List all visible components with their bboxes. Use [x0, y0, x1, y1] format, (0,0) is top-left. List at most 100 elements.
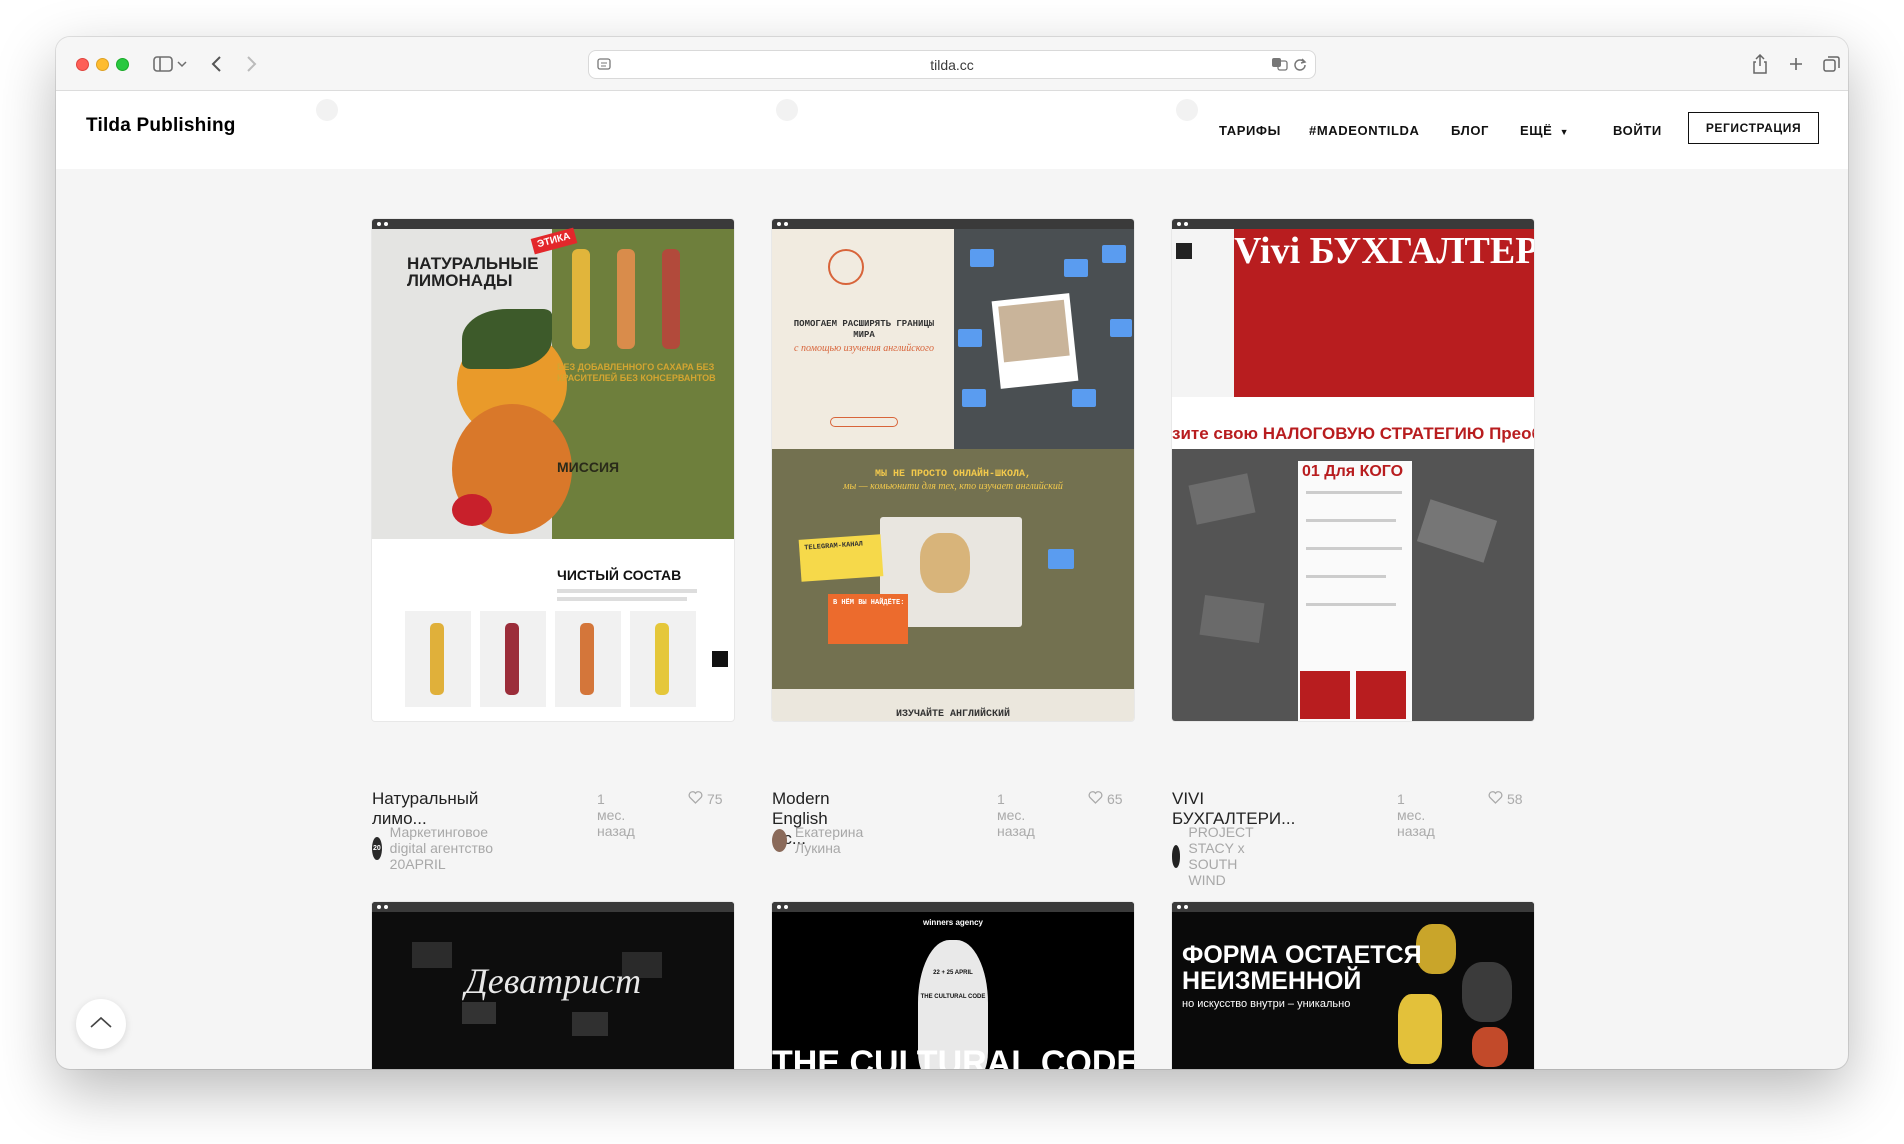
card-time: 1 мес. назад — [597, 791, 635, 839]
text-lines — [1306, 519, 1396, 522]
preview-heading: winners agency — [922, 918, 984, 927]
text-lines — [1306, 575, 1386, 578]
folder-icon — [1072, 389, 1096, 407]
scroll-to-top-button[interactable] — [76, 999, 126, 1049]
forward-icon[interactable] — [238, 51, 264, 77]
preview-bottle-text: THE CULTURAL CODE — [920, 994, 986, 1000]
card-likes[interactable]: 65 — [1088, 791, 1123, 807]
folder-icon — [1064, 259, 1088, 277]
figure-image — [1416, 924, 1456, 974]
avatar — [1172, 844, 1181, 868]
preview-browser-bar — [772, 902, 1134, 912]
register-button[interactable]: РЕГИСТРАЦИЯ — [1688, 112, 1819, 144]
preview-subheading: с помощью изучения английского — [794, 343, 934, 354]
heart-icon — [1488, 791, 1503, 807]
browser-toolbar: tilda.cc — [56, 37, 1848, 91]
avatar — [772, 828, 787, 852]
folder-icon — [1048, 549, 1074, 569]
caret-down-icon: ▼ — [1559, 127, 1570, 137]
preview-heading: Деватрист — [464, 961, 642, 1001]
sidebar-toggle-icon[interactable] — [150, 51, 176, 77]
product-tile — [630, 611, 696, 707]
site-logo[interactable]: Tilda Publishing — [86, 115, 236, 137]
bottle-image — [662, 249, 680, 349]
sticky-note: В НЁМ ВЫ НАЙДЁТЕ: — [828, 594, 908, 644]
preview-mid-sub: мы — комьюнити для тех, кто изучает англ… — [843, 481, 1063, 492]
card-likes[interactable]: 75 — [688, 791, 723, 807]
banknote-image — [1199, 595, 1265, 643]
translate-icon[interactable] — [1271, 56, 1289, 75]
polaroid-photo — [991, 293, 1079, 389]
sticky-label: TELEGRAM-КАНАЛ — [803, 540, 864, 553]
sticky-label: В НЁМ ВЫ НАЙДЁТЕ: — [833, 599, 905, 607]
text-lines — [1306, 491, 1402, 494]
text-lines — [1306, 547, 1402, 550]
folder-icon — [958, 329, 982, 347]
share-icon[interactable] — [1747, 51, 1773, 77]
card-time: 1 мес. назад — [997, 791, 1035, 839]
preview-subheading: но искусство внутри – уникально — [1182, 998, 1351, 1010]
faded-author-ghost — [316, 99, 338, 121]
preview-big-title: THE CULTURAL CODE — [772, 1044, 1134, 1069]
preview-browser-bar — [372, 902, 734, 912]
new-tab-icon[interactable] — [1783, 51, 1809, 77]
avatar: 20 — [372, 836, 382, 860]
address-bar[interactable]: tilda.cc — [588, 50, 1316, 79]
card-preview[interactable]: Деватрист — [372, 902, 734, 1069]
browser-window: tilda.cc Tilda Publishing ТАРИФЫ #MADEON… — [56, 37, 1848, 1069]
folder-icon — [1102, 245, 1126, 263]
nav-pricing[interactable]: ТАРИФЫ — [1219, 123, 1281, 138]
qr-code-image — [1356, 671, 1406, 719]
nav-more[interactable]: ЕЩЁ ▼ — [1520, 123, 1569, 138]
thumbnail-tile — [572, 1012, 608, 1036]
figure-image — [1398, 994, 1442, 1064]
leaf-image — [462, 309, 552, 369]
product-tile — [480, 611, 546, 707]
site-header: Tilda Publishing ТАРИФЫ #MADEONTILDA БЛО… — [56, 91, 1848, 169]
preview-date: 22 + 25 APRIL — [933, 970, 973, 976]
heart-icon — [688, 791, 703, 807]
preview-heading: НАТУРАЛЬНЫЕ ЛИМОНАДЫ — [407, 254, 539, 290]
card-author[interactable]: 20 Маркетинговое digital агентство 20APR… — [372, 824, 501, 872]
nav-madeontilda[interactable]: #MADEONTILDA — [1309, 123, 1419, 138]
page-settings-icon[interactable] — [597, 57, 613, 73]
preview-mid-heading: МЫ НЕ ПРОСТО ОНЛАЙН-ШКОЛА, — [874, 469, 1032, 480]
card-author[interactable]: Екатерина Лукина — [772, 824, 871, 856]
school-logo — [828, 249, 864, 285]
card-title[interactable]: VIVI БУХГАЛТЕРИ... — [1172, 789, 1295, 829]
card-preview[interactable]: Vivi БУХГАЛТЕРИ зите свою НАЛОГОВУЮ СТРА… — [1172, 219, 1534, 721]
minimize-window-button[interactable] — [96, 58, 109, 71]
text-lines — [557, 589, 697, 593]
card-preview[interactable]: НАТУРАЛЬНЫЕ ЛИМОНАДЫ ЭТИКА БЕЗ ДОБАВЛЕНН… — [372, 219, 734, 721]
cta-pill — [830, 417, 898, 427]
card-time: 1 мес. назад — [1397, 791, 1435, 839]
qr-code-image — [1300, 671, 1350, 719]
product-tile — [405, 611, 471, 707]
likes-count: 75 — [707, 791, 723, 807]
thumbnail-tile — [462, 1002, 496, 1024]
card-preview[interactable]: winners agency 22 + 25 APRIL THE CULTURA… — [772, 902, 1134, 1069]
tab-overview-icon[interactable] — [1819, 51, 1845, 77]
preview-heading: Vivi БУХГАЛТЕРИ — [1234, 230, 1534, 272]
chevron-down-icon[interactable] — [174, 51, 190, 77]
back-icon[interactable] — [204, 51, 230, 77]
preview-heading: ФОРМА ОСТАЕТСЯ НЕИЗМЕННОЙ — [1182, 941, 1422, 995]
zoom-window-button[interactable] — [116, 58, 129, 71]
text-lines — [1306, 603, 1396, 606]
reload-icon[interactable] — [1293, 56, 1307, 75]
card-title[interactable]: Натуральный лимо... — [372, 789, 478, 829]
card-preview[interactable]: ПОМОГАЕМ РАСШИРЯТЬ ГРАНИЦЫ МИРА с помощь… — [772, 219, 1134, 721]
login-link[interactable]: ВОЙТИ — [1613, 123, 1662, 138]
card-likes[interactable]: 58 — [1488, 791, 1523, 807]
author-name: PROJECT STACY x SOUTH WIND — [1188, 824, 1254, 888]
preview-browser-bar — [772, 219, 1134, 229]
chevron-up-icon — [90, 1015, 112, 1033]
nav-more-label: ЕЩЁ — [1520, 123, 1553, 138]
nav-blog[interactable]: БЛОГ — [1451, 123, 1489, 138]
figure-image — [1462, 962, 1512, 1022]
close-window-button[interactable] — [76, 58, 89, 71]
folder-icon — [1110, 319, 1132, 337]
card-author[interactable]: PROJECT STACY x SOUTH WIND — [1172, 824, 1268, 888]
strawberry-image — [452, 494, 492, 526]
card-preview[interactable]: ФОРМА ОСТАЕТСЯ НЕИЗМЕННОЙ но искусство в… — [1172, 902, 1534, 1069]
